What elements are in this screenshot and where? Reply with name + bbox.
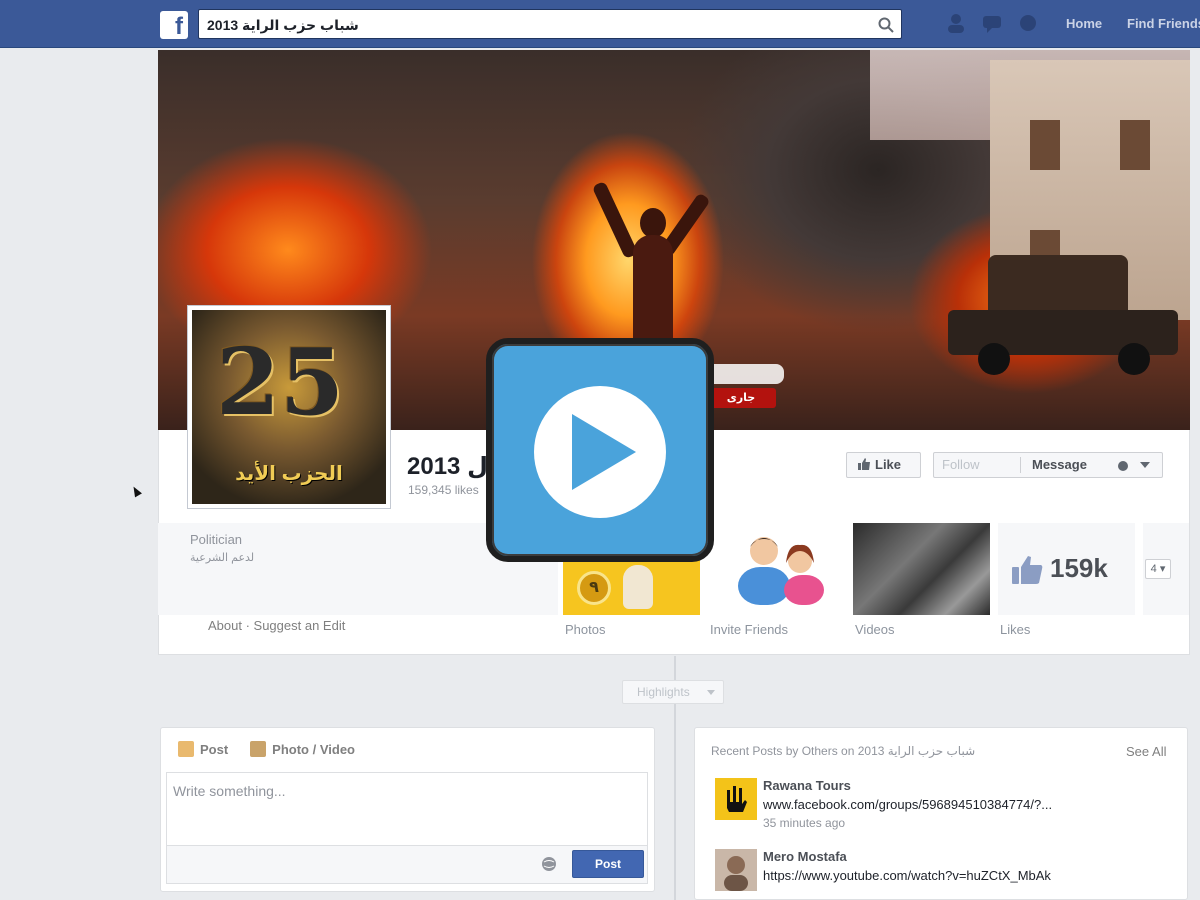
like-button[interactable]: Like	[846, 452, 921, 478]
badge-icon: ٩	[577, 571, 611, 605]
page-category-sub: لدعم الشرعية	[190, 552, 255, 564]
more-tiles-button[interactable]: 4 ▾	[1145, 559, 1171, 579]
profile-picture[interactable]: 25 الحزب الأيد	[187, 305, 391, 509]
profile-number: 25	[216, 328, 345, 436]
mouse-cursor-icon	[130, 484, 142, 498]
message-button[interactable]: Message	[1032, 453, 1087, 477]
post-link[interactable]: www.facebook.com/groups/596894510384774/…	[763, 797, 1052, 812]
follow-message-group: Follow Message	[933, 452, 1163, 478]
videos-label[interactable]: Videos	[855, 622, 895, 637]
nav-find-friends-link[interactable]: Find Friends	[1127, 16, 1200, 31]
recent-posts-title: Recent Posts by Others on 2013 شباب حزب …	[711, 744, 976, 758]
page-title[interactable]: 2013 ال	[407, 452, 496, 481]
page-category: Politician	[190, 532, 243, 547]
cover-caption-box	[706, 364, 784, 384]
about-links[interactable]: About · Suggest an Edit	[208, 618, 345, 633]
friend-requests-icon[interactable]	[945, 12, 967, 34]
post-time[interactable]: 35 minutes ago	[763, 816, 845, 830]
composer-tabs: Post Photo / Video	[178, 741, 355, 757]
invite-friends-label[interactable]: Invite Friends	[710, 622, 788, 637]
avatar[interactable]	[715, 778, 757, 820]
page-likes-count: 159,345 likes	[408, 483, 479, 497]
search-bar[interactable]: شباب حزب الراية 2013	[198, 9, 902, 39]
nav-home-link[interactable]: Home	[1066, 16, 1102, 31]
cover-car	[948, 255, 1178, 375]
post-author[interactable]: Rawana Tours	[763, 778, 851, 793]
like-button-label: Like	[875, 457, 902, 472]
camera-icon	[250, 741, 267, 757]
post-author[interactable]: Mero Mostafa	[763, 849, 847, 864]
composer-input[interactable]: Write something...	[166, 772, 648, 846]
gear-icon[interactable]	[1118, 461, 1128, 471]
list-item: Mero Mostafa https://www.youtube.com/wat…	[715, 849, 1175, 900]
thumbs-up-icon	[1012, 556, 1043, 584]
likes-label[interactable]: Likes	[1000, 622, 1030, 637]
videos-tile[interactable]	[853, 523, 990, 615]
nav-icons	[945, 12, 1039, 34]
search-icon[interactable]	[877, 16, 895, 34]
invite-friends-icon	[738, 537, 824, 605]
chevron-down-icon[interactable]	[1140, 462, 1150, 468]
thumbs-up-icon	[858, 458, 870, 470]
see-all-link[interactable]: See All	[1126, 744, 1166, 759]
tab-photo-video-label: Photo / Video	[272, 741, 355, 757]
messages-icon[interactable]	[981, 12, 1003, 34]
likes-count: 159k	[1050, 553, 1108, 583]
top-bar: f شباب حزب الراية 2013 Home Find Friends	[0, 0, 1200, 48]
list-item: Rawana Tours www.facebook.com/groups/596…	[715, 778, 1175, 842]
highlights-label: Highlights	[637, 685, 690, 699]
profile-text: الحزب الأيد	[235, 463, 343, 485]
photos-label[interactable]: Photos	[565, 622, 605, 637]
tab-post[interactable]: Post	[178, 741, 228, 757]
post-button[interactable]: Post	[572, 850, 644, 878]
globe-icon[interactable]	[541, 856, 557, 872]
video-play-button[interactable]	[486, 338, 714, 562]
search-input[interactable]: شباب حزب الراية 2013	[207, 17, 359, 34]
notifications-icon[interactable]	[1017, 12, 1039, 34]
pencil-icon	[178, 741, 194, 757]
invite-friends-tile[interactable]	[708, 523, 845, 615]
highlights-dropdown[interactable]: Highlights	[622, 680, 724, 704]
chevron-down-icon	[707, 690, 715, 695]
facebook-logo-icon[interactable]: f	[160, 11, 188, 39]
post-link[interactable]: https://www.youtube.com/watch?v=huZCtX_M…	[763, 868, 1051, 883]
cover-caption: جارى	[706, 388, 776, 408]
avatar[interactable]	[715, 849, 757, 891]
follow-button[interactable]: Follow	[942, 453, 980, 477]
tab-post-label: Post	[200, 741, 229, 757]
tab-photo-video[interactable]: Photo / Video	[250, 741, 355, 757]
more-tiles: 4 ▾	[1143, 523, 1189, 615]
likes-tile[interactable]: 159k	[998, 523, 1135, 615]
